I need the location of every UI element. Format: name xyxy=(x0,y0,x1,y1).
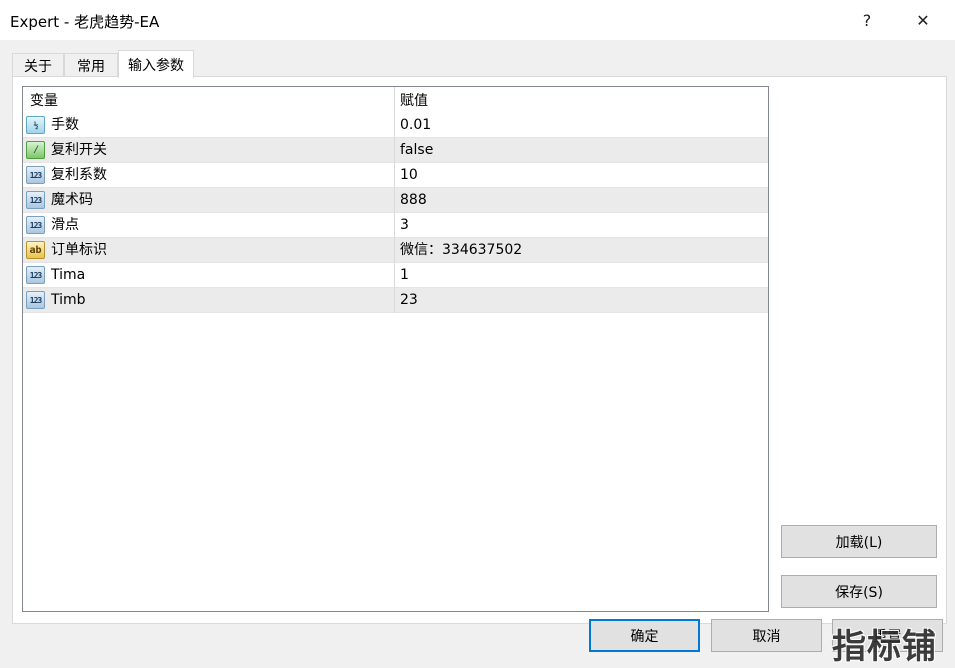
string-icon: ab xyxy=(26,241,45,259)
parameter-value[interactable]: 888 xyxy=(400,188,427,213)
parameter-name: 复利开关 xyxy=(51,142,107,158)
load-button[interactable]: 加载(L) xyxy=(781,525,937,558)
parameter-value[interactable]: 1 xyxy=(400,263,409,288)
save-button[interactable]: 保存(S) xyxy=(781,575,937,608)
table-row[interactable]: ab 订单标识 微信：334637502 xyxy=(23,238,768,263)
cell-divider xyxy=(394,238,395,263)
integer-icon: 123 xyxy=(26,266,45,284)
table-row[interactable]: 123 复利系数 10 xyxy=(23,163,768,188)
tab-common-label: 常用 xyxy=(77,58,105,75)
parameter-name: Tima xyxy=(51,267,86,283)
window-title: Expert - 老虎趋势-EA xyxy=(10,13,160,31)
help-icon: ? xyxy=(862,10,872,30)
tab-about[interactable]: 关于 xyxy=(12,53,64,77)
integer-icon: 123 xyxy=(26,191,45,209)
parameter-value[interactable]: 0.01 xyxy=(400,113,431,138)
integer-icon: 123 xyxy=(26,216,45,234)
tab-common[interactable]: 常用 xyxy=(64,53,118,77)
parameter-name: 复利系数 xyxy=(51,167,107,183)
tab-inputs[interactable]: 输入参数 xyxy=(118,50,194,78)
cell-divider xyxy=(394,188,395,213)
integer-icon: 123 xyxy=(26,291,45,309)
help-button[interactable]: ? xyxy=(844,0,890,40)
cell-divider xyxy=(394,288,395,313)
parameter-name: Timb xyxy=(51,292,86,308)
parameter-name: 滑点 xyxy=(51,217,79,233)
integer-icon: 123 xyxy=(26,166,45,184)
boolean-icon: ⁄ xyxy=(26,141,45,159)
table-row[interactable]: 123 Timb 23 xyxy=(23,288,768,313)
table-row[interactable]: ½ 手数 0.01 xyxy=(23,113,768,138)
cell-divider xyxy=(394,163,395,188)
cancel-button-label: 取消 xyxy=(752,628,781,645)
parameter-value[interactable]: 10 xyxy=(400,163,418,188)
ok-button[interactable]: 确定 xyxy=(589,619,700,652)
close-icon: ✕ xyxy=(916,10,930,30)
parameter-value[interactable]: false xyxy=(400,138,433,163)
fraction-icon: ½ xyxy=(26,116,45,134)
table-row[interactable]: 123 魔术码 888 xyxy=(23,188,768,213)
parameter-value[interactable]: 微信：334637502 xyxy=(400,238,522,263)
parameters-grid[interactable]: 变量 赋值 ½ 手数 0.01 ⁄ 复利开关 false 123 复利系数 10 123 魔术码 88… xyxy=(22,86,769,612)
parameter-value[interactable]: 3 xyxy=(400,213,409,238)
watermark: 指标铺 xyxy=(832,627,937,667)
table-row[interactable]: ⁄ 复利开关 false xyxy=(23,138,768,163)
column-header-variable[interactable]: 变量 xyxy=(30,87,58,113)
cell-divider xyxy=(394,113,395,138)
table-row[interactable]: 123 Tima 1 xyxy=(23,263,768,288)
parameter-name: 订单标识 xyxy=(51,242,107,258)
column-header-value[interactable]: 赋值 xyxy=(400,87,428,113)
close-button[interactable]: ✕ xyxy=(900,0,946,40)
tab-about-label: 关于 xyxy=(24,58,52,75)
tab-inputs-label: 输入参数 xyxy=(128,57,184,74)
title-bar: Expert - 老虎趋势-EA ? ✕ xyxy=(0,0,955,40)
cell-divider xyxy=(394,138,395,163)
parameter-name: 魔术码 xyxy=(51,192,93,208)
parameter-name: 手数 xyxy=(51,117,79,133)
table-row[interactable]: 123 滑点 3 xyxy=(23,213,768,238)
cell-divider xyxy=(394,263,395,288)
cancel-button[interactable]: 取消 xyxy=(711,619,822,652)
column-divider[interactable] xyxy=(394,87,395,113)
grid-header: 变量 赋值 xyxy=(23,87,768,113)
parameter-value[interactable]: 23 xyxy=(400,288,418,313)
cell-divider xyxy=(394,213,395,238)
ok-button-label: 确定 xyxy=(630,628,659,645)
load-button-label: 加载(L) xyxy=(835,534,883,551)
save-button-label: 保存(S) xyxy=(835,584,883,601)
